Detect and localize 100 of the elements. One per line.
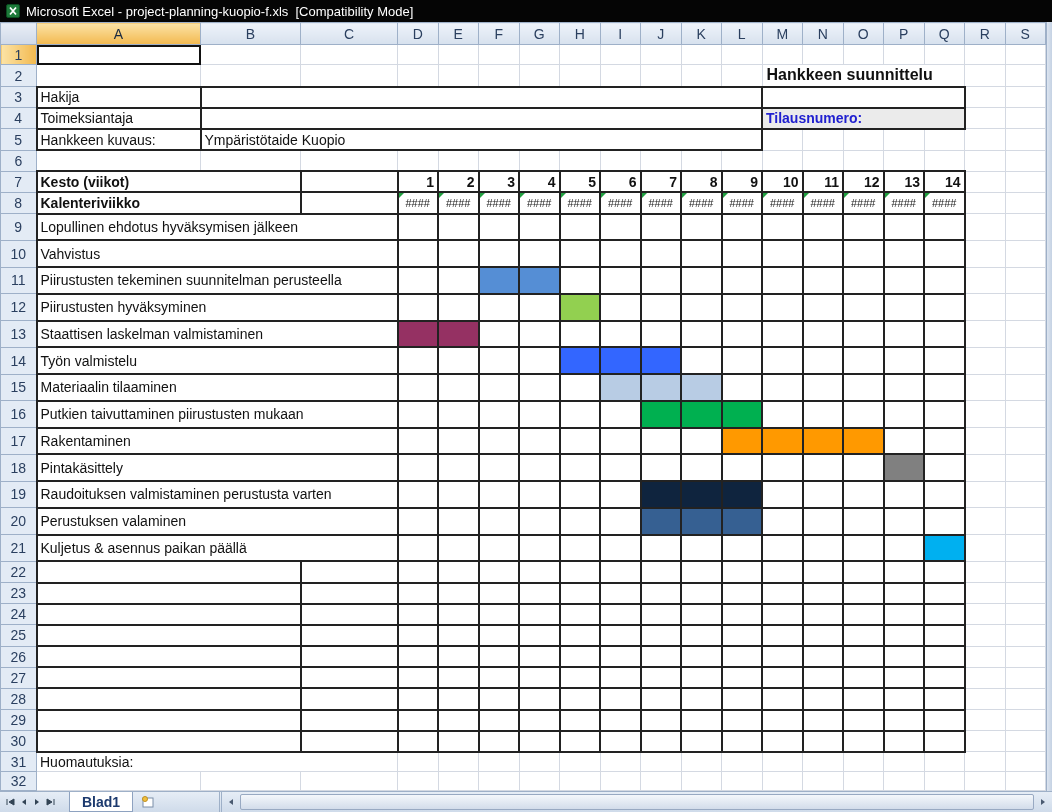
row-header[interactable]: 28 [0, 688, 37, 710]
applicant-field[interactable] [200, 86, 762, 108]
calendar-week-cell: #### [762, 192, 803, 214]
column-header[interactable]: O [843, 22, 884, 45]
week-number: 14 [924, 171, 965, 193]
column-header[interactable]: A [36, 22, 201, 45]
row-header[interactable]: 7 [0, 171, 37, 193]
row-header[interactable]: 4 [0, 107, 37, 129]
row-header[interactable]: 10 [0, 240, 37, 268]
task-name: Vahvistus [36, 240, 398, 268]
column-header[interactable]: D [397, 22, 438, 45]
error-indicator-icon [763, 193, 768, 199]
week-number: 9 [721, 171, 762, 193]
column-header[interactable]: E [438, 22, 479, 45]
calendar-week-cell: #### [519, 192, 560, 214]
column-header[interactable]: F [478, 22, 519, 45]
row-header[interactable]: 20 [0, 507, 37, 535]
week-number: 6 [600, 171, 641, 193]
row-header[interactable]: 13 [0, 320, 37, 348]
column-header[interactable]: M [762, 22, 803, 45]
row-header[interactable]: 15 [0, 374, 37, 401]
client-field[interactable] [200, 107, 762, 129]
row-header[interactable]: 21 [0, 534, 37, 562]
row-header[interactable]: 1 [0, 44, 37, 65]
task-name: Raudoituksen valmistaminen perustusta varten [36, 481, 398, 508]
row-header[interactable]: 29 [0, 709, 37, 731]
calendar-week-cell: #### [802, 192, 843, 214]
row-header[interactable]: 27 [0, 667, 37, 689]
column-header[interactable]: H [559, 22, 600, 45]
column-header[interactable]: C [300, 22, 398, 45]
error-indicator-icon [925, 193, 930, 199]
description-value: Ympäristötaide Kuopio [200, 128, 762, 151]
calendar-week-cell: #### [681, 192, 722, 214]
row-header[interactable]: 23 [0, 582, 37, 604]
error-indicator-icon [520, 193, 525, 199]
duration-label: Kesto (viikot) [36, 171, 301, 193]
column-header[interactable]: L [721, 22, 762, 45]
row-header[interactable]: 2 [0, 64, 37, 87]
row-header[interactable]: 22 [0, 561, 37, 583]
task-name: Lopullinen ehdotus hyväksymisen jälkeen [36, 213, 398, 241]
row-header[interactable]: 30 [0, 730, 37, 752]
error-indicator-icon [560, 193, 566, 199]
task-name: Rakentaminen [36, 427, 398, 455]
first-sheet-icon[interactable] [6, 797, 16, 807]
row-header[interactable]: 31 [0, 751, 37, 772]
row-header[interactable]: 6 [0, 150, 37, 172]
error-indicator-icon [722, 193, 728, 199]
column-header[interactable]: N [802, 22, 843, 45]
calendar-week-cell: #### [843, 192, 884, 214]
task-name: Perustuksen valaminen [36, 507, 398, 535]
column-header[interactable]: S [1005, 22, 1046, 45]
column-header[interactable]: I [600, 22, 641, 45]
column-header[interactable]: J [640, 22, 681, 45]
calendar-week-cell: #### [478, 192, 519, 214]
task-name: Piirustusten hyväksyminen [36, 293, 398, 321]
week-number: 3 [478, 171, 519, 193]
week-number: 5 [559, 171, 600, 193]
row-header[interactable]: 25 [0, 624, 37, 647]
task-name: Piirustusten tekeminen suunnitelman perusteella [36, 267, 398, 294]
row-header[interactable]: 19 [0, 481, 37, 508]
row-header[interactable]: 5 [0, 128, 37, 151]
error-indicator-icon [682, 193, 687, 199]
row-header[interactable]: 18 [0, 454, 37, 482]
field-label: Toimeksiantaja [36, 107, 201, 129]
column-header[interactable]: K [681, 22, 722, 45]
notes-label: Huomautuksia: [36, 751, 398, 772]
row-header[interactable]: 16 [0, 400, 37, 428]
column-header[interactable]: G [519, 22, 560, 45]
task-name: Kuljetus & asennus paikan päällä [36, 534, 398, 562]
error-indicator-icon [884, 193, 890, 199]
scrollbar-thumb[interactable] [240, 794, 1034, 810]
week-number: 2 [438, 171, 479, 193]
row-header[interactable]: 11 [0, 267, 37, 294]
task-name: Materiaalin tilaaminen [36, 374, 398, 401]
row-header[interactable]: 9 [0, 213, 37, 241]
week-number: 11 [802, 171, 843, 193]
column-header[interactable]: R [964, 22, 1005, 45]
window-title: Microsoft Excel - project-planning-kuopio-f.xls [Compatibility Mode] [26, 3, 414, 19]
week-number: 8 [681, 171, 722, 193]
row-header[interactable]: 32 [0, 771, 37, 791]
applicant-extra-field[interactable] [762, 86, 965, 108]
week-number: 1 [397, 171, 438, 193]
row-header[interactable]: 14 [0, 347, 37, 375]
last-sheet-icon[interactable] [45, 797, 55, 807]
column-header[interactable]: Q [924, 22, 965, 45]
error-indicator-icon [641, 193, 647, 199]
week-number: 7 [640, 171, 681, 193]
task-name: Putkien taivuttaminen piirustusten mukaan [36, 400, 398, 428]
row-header[interactable]: 8 [0, 192, 37, 214]
column-header[interactable]: B [200, 22, 301, 45]
sheet-tab[interactable]: Blad1 [69, 792, 134, 812]
week-number: 13 [883, 171, 924, 193]
row-header[interactable]: 3 [0, 86, 37, 108]
row-header[interactable]: 17 [0, 427, 37, 455]
column-header[interactable]: P [883, 22, 924, 45]
calendar-week-cell: #### [883, 192, 924, 214]
field-label: Hankkeen kuvaus: [36, 128, 201, 151]
row-header[interactable]: 26 [0, 646, 37, 668]
row-header[interactable]: 24 [0, 603, 37, 625]
row-header[interactable]: 12 [0, 293, 37, 321]
